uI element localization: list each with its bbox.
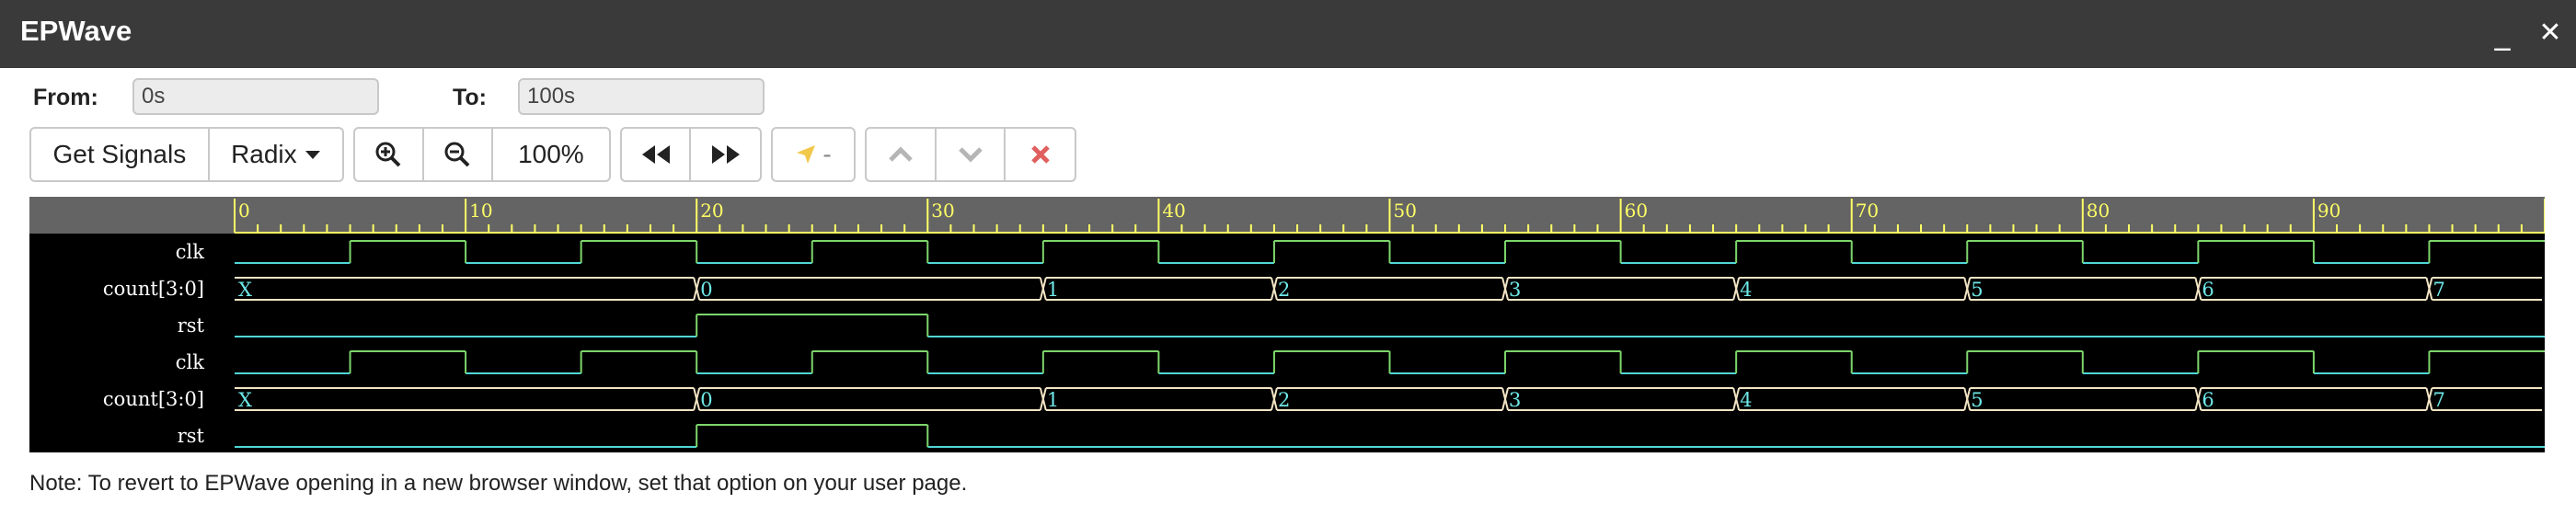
cursor-group: - (771, 127, 856, 182)
caret-down-icon (305, 151, 320, 159)
bus-value: 4 (1740, 389, 1752, 411)
signal-name-count30: count[3:0] (103, 278, 204, 300)
cursor-value: - (822, 140, 832, 168)
from-input[interactable] (132, 78, 379, 115)
from-label: From: (33, 85, 98, 110)
ruler-label: 20 (700, 200, 723, 222)
up-icon (889, 146, 913, 162)
get-signals-button[interactable]: Get Signals (31, 129, 210, 180)
rewind-icon (641, 145, 670, 164)
down-icon (958, 147, 983, 163)
ruler-label: 50 (1394, 200, 1417, 222)
zoom-in-button[interactable] (355, 129, 424, 180)
ruler-label: 70 (1856, 200, 1879, 222)
signal-name-rst: rst (178, 314, 205, 337)
close-button[interactable]: ✕ (2532, 13, 2569, 53)
ruler-label: 90 (2317, 200, 2340, 222)
bus-value: 2 (1278, 279, 1290, 301)
waveform-canvas[interactable]: 0 10 20 30 40 50 60 70 80 90clkcount[3:0] X 0 1 2 3 4 5 6… (29, 197, 2546, 452)
signal-name-clk: clk (176, 241, 204, 263)
to-input[interactable] (518, 78, 765, 115)
ruler-label: 60 (1625, 200, 1648, 222)
ruler-label: 80 (2087, 200, 2110, 222)
bus-value: 7 (2432, 389, 2444, 411)
zoom-in-icon (375, 142, 401, 167)
signal-name-clk: clk (176, 351, 204, 373)
navigation-group (620, 127, 762, 182)
bus-value: 3 (1509, 389, 1521, 411)
move-down-button[interactable] (937, 129, 1006, 180)
bus-value: 0 (700, 279, 712, 301)
title-bar: EPWave _ ✕ (0, 0, 2576, 68)
bus-value: 7 (2432, 279, 2444, 301)
edit-group (865, 127, 1076, 182)
ruler-label: 10 (469, 200, 492, 222)
bus-value: 1 (1047, 389, 1059, 411)
note-text: Note: To revert to EPWave opening in a n… (29, 471, 968, 496)
bus-value: 6 (2202, 279, 2214, 301)
bus-value: 4 (1740, 279, 1752, 301)
timeline-ruler (29, 197, 2545, 234)
bus-value: 6 (2202, 389, 2214, 411)
radix-label: Radix (231, 140, 297, 168)
ruler-label: 40 (1162, 200, 1185, 222)
cursor-button[interactable]: - (773, 129, 854, 180)
bus-value: 3 (1509, 279, 1521, 301)
radix-dropdown[interactable]: Radix (210, 129, 342, 180)
bus-value: 1 (1047, 279, 1059, 301)
fast-forward-button[interactable] (691, 129, 760, 180)
signal-name-rst: rst (178, 425, 205, 447)
zoom-out-icon (444, 142, 470, 167)
delete-button[interactable] (1006, 129, 1075, 180)
move-up-button[interactable] (867, 129, 937, 180)
signal-name-count30: count[3:0] (103, 388, 204, 410)
zoom-group: 100% (353, 127, 611, 182)
bus-value: X (238, 389, 252, 411)
zoom-level[interactable]: 100% (493, 129, 609, 180)
bus-value: X (238, 279, 252, 301)
cursor-icon (797, 145, 816, 164)
app-title: EPWave (20, 15, 132, 47)
bus-value: 5 (1971, 279, 1983, 301)
fast-forward-icon (711, 145, 740, 164)
waveform-viewer[interactable]: 0 10 20 30 40 50 60 70 80 90 clk count[3:0] X 0 1 2 3 4 5 6… (29, 197, 2546, 452)
signals-group: Get Signals Radix (29, 127, 344, 182)
delete-icon (1030, 145, 1050, 164)
ruler-label: 30 (931, 200, 954, 222)
bus-value: 5 (1971, 389, 1983, 411)
bus-value: 0 (700, 389, 712, 411)
rewind-button[interactable] (622, 129, 692, 180)
bus-value: 2 (1278, 389, 1290, 411)
to-label: To: (453, 85, 488, 110)
minimize-button[interactable]: _ (2484, 13, 2521, 53)
zoom-out-button[interactable] (424, 129, 493, 180)
ruler-label: 0 (238, 200, 250, 222)
